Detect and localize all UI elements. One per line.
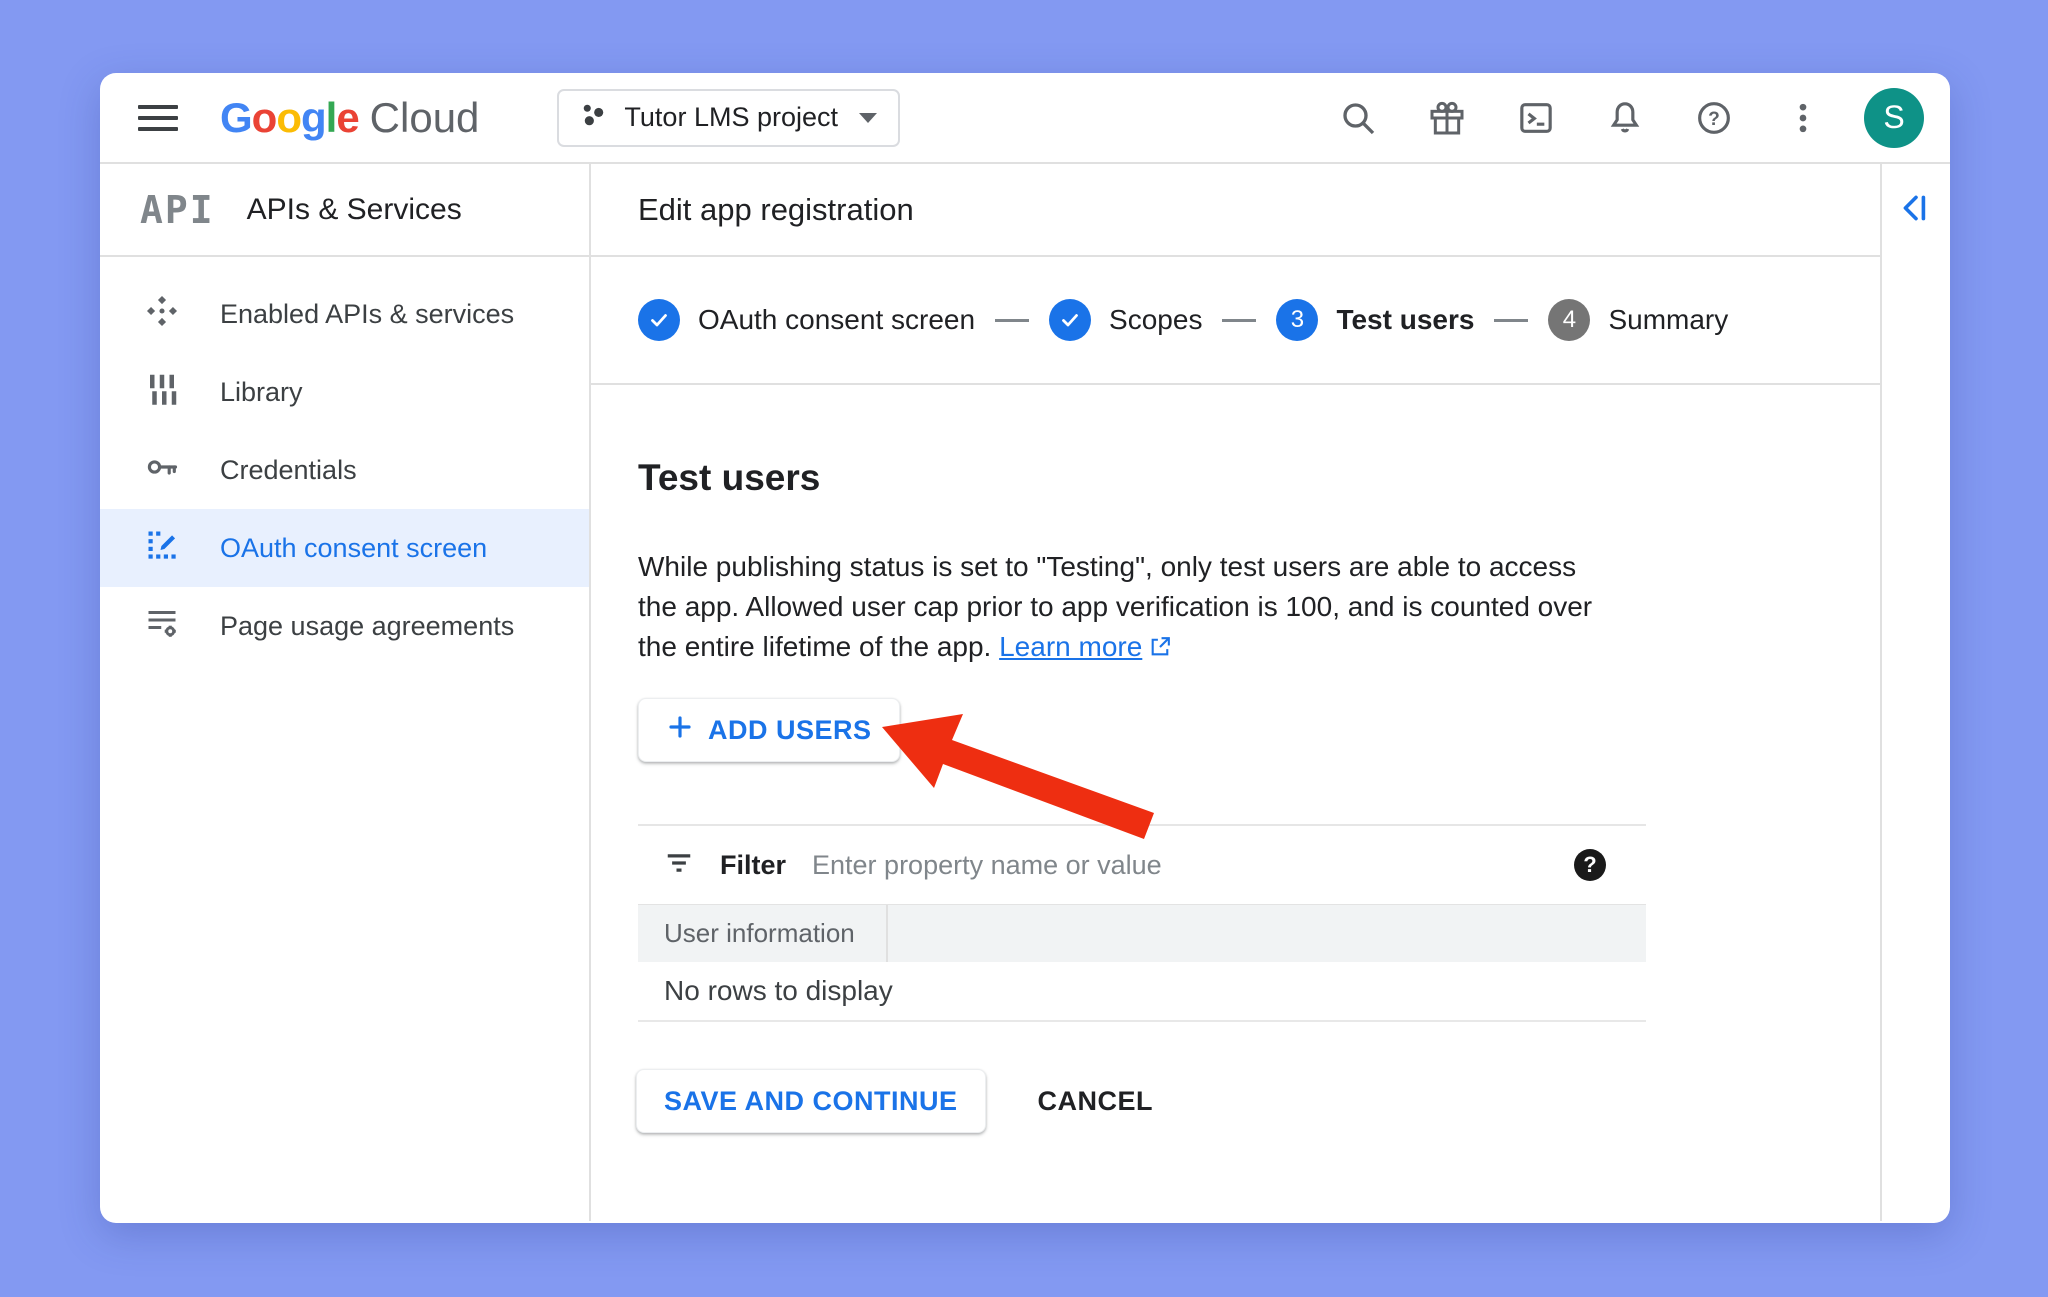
- gift-icon[interactable]: [1426, 97, 1468, 139]
- form-actions: SAVE AND CONTINUE CANCEL: [636, 1069, 1880, 1133]
- step-label: Scopes: [1109, 304, 1203, 335]
- step-label: Summary: [1608, 304, 1729, 335]
- external-link-icon: [1148, 630, 1173, 670]
- api-logo: API: [140, 187, 215, 232]
- filter-icon: [664, 848, 694, 883]
- stepper: OAuth consent screen Scopes 3 Test users…: [591, 257, 1880, 385]
- svg-text:?: ?: [1708, 109, 1720, 130]
- sidebar-item-enabled-apis[interactable]: Enabled APIs & services: [100, 275, 589, 353]
- help-icon[interactable]: ?: [1693, 97, 1735, 139]
- project-selector[interactable]: Tutor LMS project: [557, 88, 900, 147]
- cloud-shell-icon[interactable]: [1515, 97, 1557, 139]
- add-users-button[interactable]: ADD USERS: [638, 698, 900, 762]
- sidebar-item-label: OAuth consent screen: [220, 532, 488, 563]
- step-label: OAuth consent screen: [698, 304, 976, 335]
- plus-icon: [666, 713, 694, 748]
- step-test-users[interactable]: 3 Test users: [1276, 299, 1474, 341]
- project-name: Tutor LMS project: [624, 102, 838, 132]
- sidebar-item-credentials[interactable]: Credentials: [100, 431, 589, 509]
- console-window: G o o g l e Cloud Tutor LMS project ? S …: [100, 73, 1950, 1223]
- key-icon: [144, 449, 180, 492]
- logo-cloud-text: Cloud: [369, 93, 480, 141]
- logo-letter: g: [300, 93, 327, 141]
- step-oauth-consent-screen[interactable]: OAuth consent screen: [638, 299, 975, 341]
- filter-help-icon[interactable]: ?: [1574, 849, 1606, 881]
- table-empty-text: No rows to display: [664, 975, 893, 1006]
- section-description: While publishing status is set to "Testi…: [638, 547, 1880, 670]
- sidebar-title: APIs & Services: [246, 192, 462, 226]
- sidebar-item-label: Enabled APIs & services: [220, 298, 515, 329]
- sidebar-item-label: Page usage agreements: [220, 610, 515, 641]
- avatar[interactable]: S: [1864, 87, 1924, 148]
- sidebar-item-page-usage-agreements[interactable]: Page usage agreements: [100, 587, 589, 665]
- chevron-down-icon: [859, 112, 877, 123]
- filter-row: Filter ?: [638, 824, 1646, 904]
- step-label: Test users: [1336, 304, 1475, 335]
- sidebar-item-library[interactable]: Library: [100, 353, 589, 431]
- enabled-apis-icon: [144, 293, 180, 336]
- table-header-row: User information: [638, 904, 1646, 962]
- description-line: the entire lifetime of the app. Learn mo…: [638, 627, 1880, 670]
- step-scopes[interactable]: Scopes: [1049, 299, 1202, 341]
- top-bar: G o o g l e Cloud Tutor LMS project ? S: [100, 73, 1950, 164]
- list-gear-icon: [144, 605, 180, 648]
- main-panel: Edit app registration OAuth consent scre…: [591, 164, 1880, 1221]
- save-and-continue-button[interactable]: SAVE AND CONTINUE: [636, 1069, 986, 1133]
- test-users-table-block: Filter ? User information No rows to dis…: [638, 824, 1646, 1022]
- table-column-header: User information: [638, 905, 888, 962]
- step-connector: [1494, 318, 1529, 322]
- table-column-spacer: [888, 905, 1646, 962]
- page-title: Edit app registration: [638, 191, 914, 227]
- step-connector: [1222, 318, 1257, 322]
- sidebar-item-label: Library: [220, 376, 303, 407]
- filter-input[interactable]: [812, 849, 1548, 881]
- step-number-badge: 4: [1548, 299, 1591, 341]
- step-summary[interactable]: 4 Summary: [1548, 299, 1728, 341]
- library-icon: [144, 371, 180, 414]
- learn-more-link[interactable]: Learn more: [999, 631, 1142, 662]
- oauth-consent-icon: [144, 527, 180, 570]
- notifications-bell-icon[interactable]: [1604, 97, 1646, 139]
- menu-icon[interactable]: [138, 102, 178, 134]
- logo-letter: e: [336, 93, 359, 141]
- step-complete-check-icon: [638, 299, 680, 341]
- more-vertical-icon[interactable]: [1782, 97, 1824, 139]
- sidebar: API APIs & Services Enabled APIs & servi…: [100, 164, 591, 1221]
- right-rail: [1880, 164, 1950, 1221]
- sidebar-header: API APIs & Services: [100, 164, 589, 257]
- step-number-badge: 3: [1276, 299, 1319, 341]
- logo-letter: G: [220, 93, 253, 141]
- description-line: While publishing status is set to "Testi…: [638, 551, 1577, 582]
- project-switcher-icon: [580, 101, 607, 135]
- logo-letter: o: [251, 93, 278, 141]
- section-heading: Test users: [638, 457, 821, 498]
- step-connector: [995, 318, 1030, 322]
- google-cloud-logo[interactable]: G o o g l e Cloud: [220, 94, 479, 142]
- cancel-button[interactable]: CANCEL: [1026, 1086, 1166, 1117]
- logo-letter: o: [276, 93, 302, 141]
- description-line: the app. Allowed user cap prior to app v…: [638, 591, 1593, 622]
- collapse-panel-icon[interactable]: [1898, 190, 1934, 229]
- sidebar-item-oauth-consent-screen[interactable]: OAuth consent screen: [100, 509, 589, 587]
- step-complete-check-icon: [1049, 299, 1092, 341]
- logo-letter: l: [325, 93, 338, 141]
- table-empty-row: No rows to display: [638, 962, 1646, 1022]
- search-icon[interactable]: [1337, 97, 1379, 139]
- filter-label: Filter: [720, 849, 787, 880]
- sidebar-item-label: Credentials: [220, 454, 357, 485]
